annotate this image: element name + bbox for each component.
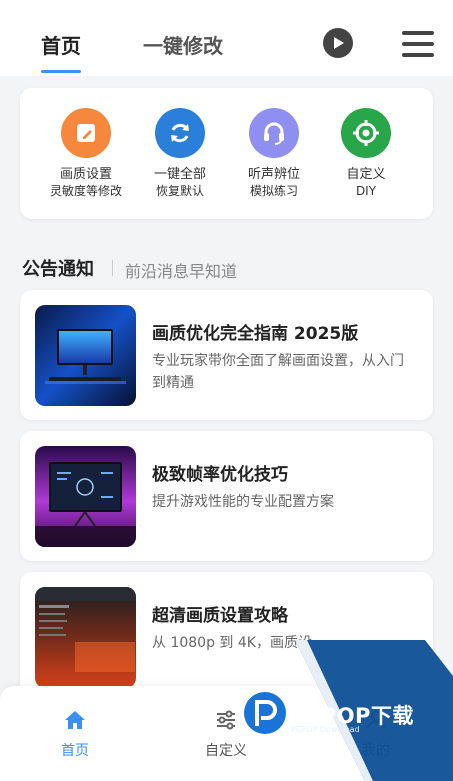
sliders-icon — [217, 710, 235, 730]
active-tab-indicator — [41, 70, 81, 73]
nav-label: 首页 — [61, 743, 89, 759]
notice-card[interactable]: 极致帧率优化技巧 提升游戏性能的专业配置方案 — [20, 431, 433, 561]
tab-one-click-modify[interactable]: 一键修改 — [143, 30, 223, 59]
watermark-subtext: PCPOP Download — [291, 725, 360, 734]
notice-description: 提升游戏性能的专业配置方案 — [152, 494, 334, 510]
menu-icon[interactable] — [402, 31, 434, 57]
notice-title: 画质优化完全指南 2025版 — [152, 324, 359, 344]
nav-item-home[interactable]: 首页 — [30, 710, 120, 760]
notice-thumbnail — [35, 305, 136, 406]
home-icon — [65, 711, 85, 729]
target-icon — [341, 108, 391, 158]
quick-action-sublabel: 模拟练习 — [249, 184, 298, 198]
quick-action-label: 自定义 — [346, 167, 386, 182]
notice-title: 极致帧率优化技巧 — [152, 465, 288, 485]
section-title: 公告通知 — [22, 259, 94, 280]
nav-label: 自定义 — [205, 743, 247, 759]
quick-action-label: 一键全部 — [153, 167, 206, 182]
notice-thumbnail — [35, 587, 136, 688]
quick-action-restore-default[interactable]: 一键全部 恢复默认 — [132, 108, 228, 200]
section-subtitle: 前沿消息早知道 — [125, 262, 238, 281]
tab-home[interactable]: 首页 — [41, 30, 81, 59]
refresh-icon — [155, 108, 205, 158]
notice-card[interactable]: 画质优化完全指南 2025版 专业玩家带你全面了解画面设置，从入门到精通 — [20, 290, 433, 420]
quick-action-quality-settings[interactable]: 画质设置 灵敏度等修改 — [38, 108, 134, 200]
play-icon[interactable] — [323, 28, 353, 58]
quick-action-sound-practice[interactable]: 听声辨位 模拟练习 — [226, 108, 322, 200]
quick-action-label: 画质设置 — [59, 167, 112, 182]
watermark-logo-icon — [244, 692, 286, 734]
quick-action-sublabel: DIY — [355, 184, 377, 198]
notice-description: 专业玩家带你全面了解画面设置，从入门到精通 — [152, 353, 404, 391]
section-divider — [112, 260, 113, 276]
notice-title: 超清画质设置攻略 — [152, 606, 288, 626]
quick-actions-card: 画质设置 灵敏度等修改 一键全部 恢复默认 听声辨位 模拟练习 自定义 DIY — [20, 88, 433, 219]
quick-action-sublabel: 灵敏度等修改 — [49, 184, 122, 198]
quick-action-label: 听声辨位 — [247, 167, 300, 182]
quick-action-custom-diy[interactable]: 自定义 DIY — [318, 108, 414, 200]
notice-thumbnail — [35, 446, 136, 547]
headset-icon — [249, 108, 299, 158]
top-header: 首页 一键修改 — [0, 0, 453, 76]
quick-action-sublabel: 恢复默认 — [155, 184, 204, 198]
edit-icon — [61, 108, 111, 158]
